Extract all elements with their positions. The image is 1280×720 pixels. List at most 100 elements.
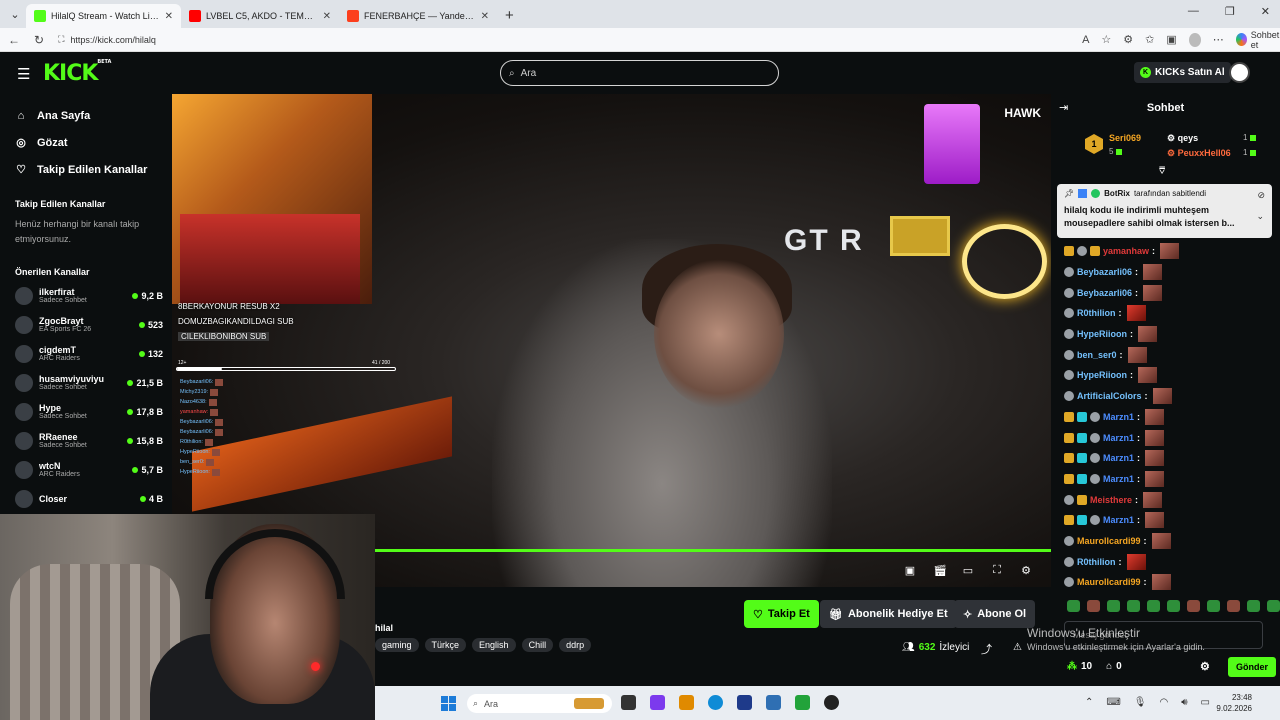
new-tab-button[interactable]: + — [505, 7, 514, 24]
obs-icon[interactable] — [824, 695, 839, 710]
chat-username[interactable]: Meisthere — [1090, 495, 1132, 505]
theater-mode-icon[interactable]: ▭ — [962, 564, 974, 577]
chevron-down-icon[interactable]: ⌄ — [1256, 211, 1264, 222]
subscribe-button[interactable]: ✧ Abone Ol — [954, 600, 1036, 628]
chat-username[interactable]: HypeRiioon — [1077, 370, 1127, 380]
chat-username[interactable]: R0thilion — [1077, 557, 1116, 567]
outlook-icon[interactable] — [766, 695, 781, 710]
edge-icon[interactable] — [708, 695, 723, 710]
recommended-channel[interactable]: ilkerfirat Sadece Sohbet 9,2 B — [15, 281, 163, 310]
fullscreen-icon[interactable]: ⛶ — [991, 564, 1003, 577]
chat-settings-icon[interactable]: ⚙ — [1200, 660, 1210, 673]
chat-username[interactable]: Marzn1 — [1103, 515, 1134, 525]
browser-tab[interactable]: FENERBAHÇE — Yandex: 1 milyon ✕ — [339, 4, 497, 28]
emote-icon[interactable] — [1267, 600, 1280, 612]
chat-username[interactable]: Marzn1 — [1103, 453, 1134, 463]
emote-icon[interactable] — [1067, 600, 1080, 612]
clip-icon[interactable]: 🎬︎ — [933, 564, 947, 577]
file-explorer-icon[interactable] — [621, 695, 636, 710]
emote-icon[interactable] — [1107, 600, 1120, 612]
pinned-by-user[interactable]: BotRix — [1104, 189, 1130, 198]
minimize-icon[interactable]: — — [1188, 5, 1199, 18]
gift-sub-button[interactable]: 🎁︎ Abonelik Hediye Et — [820, 600, 957, 628]
emote-icon[interactable] — [1227, 600, 1240, 612]
copilot-button[interactable]: Sohbet et — [1235, 30, 1280, 50]
leaderboard-expand-icon[interactable]: ⩢ — [1159, 166, 1165, 177]
url-field[interactable]: ⛶ https://kick.com/hilalq — [58, 30, 1068, 50]
mic-icon[interactable]: 🎙︎ — [1134, 697, 1147, 708]
browser-tab[interactable]: HilalQ Stream - Watch Live on Kick ✕ — [26, 4, 181, 28]
chat-username[interactable]: R0thilion — [1077, 308, 1116, 318]
wifi-icon[interactable]: ◠ — [1160, 697, 1169, 708]
stream-tag[interactable]: Chill — [521, 638, 554, 652]
gifts-counter[interactable]: ⌂ 0 — [1106, 661, 1122, 672]
recommended-channel[interactable]: Closer 4 B — [15, 484, 163, 513]
battery-icon[interactable]: ▭ — [1201, 697, 1210, 708]
tab-close-icon[interactable]: ✕ — [481, 11, 489, 22]
user-avatar[interactable] — [1229, 62, 1250, 83]
chevron-up-icon[interactable]: ⌃ — [1085, 697, 1093, 708]
report-icon[interactable]: ⚠ — [1013, 642, 1022, 653]
leader-name[interactable]: Seri069 — [1109, 133, 1141, 143]
leader-name[interactable]: ⚙ PeuxxHell06 — [1167, 148, 1231, 159]
network-icon[interactable]: ⌨ — [1106, 697, 1120, 708]
recommended-channel[interactable]: Hype Sadece Sohbet 17,8 B — [15, 397, 163, 426]
microsoft-store-icon[interactable] — [737, 695, 752, 710]
kick-logo[interactable]: KICK BETA — [43, 59, 111, 86]
emote-icon[interactable] — [1127, 600, 1140, 612]
share-icon[interactable]: ⤴ — [981, 641, 992, 657]
recommended-channel[interactable]: ZgocBrayt EA Sports FC 26 523 — [15, 310, 163, 339]
collections-icon[interactable]: ▣ — [1166, 33, 1176, 46]
more-icon[interactable]: ⋯ — [1213, 33, 1224, 46]
chat-username[interactable]: HypeRiioon — [1077, 329, 1127, 339]
close-icon[interactable]: ✕ — [1261, 5, 1270, 18]
stream-tag[interactable]: English — [472, 638, 516, 652]
emote-icon[interactable] — [1247, 600, 1260, 612]
emote-icon[interactable] — [1167, 600, 1180, 612]
read-aloud-icon[interactable]: A — [1082, 34, 1089, 46]
favorite-icon[interactable]: ☆ — [1101, 33, 1111, 46]
settings-icon[interactable]: ⚙ — [1020, 564, 1032, 577]
stream-tag[interactable]: ddrp — [559, 638, 592, 652]
kick-app-icon[interactable] — [795, 695, 810, 710]
recommended-channel[interactable]: cigdemT ARC Raiders 132 — [15, 339, 163, 368]
menu-icon[interactable]: ☰ — [17, 65, 31, 83]
stream-tag[interactable]: Türkçe — [424, 638, 467, 652]
unpin-icon[interactable]: ⊘ — [1257, 190, 1265, 201]
sidebar-nav-item[interactable]: ♡ Takip Edilen Kanallar — [15, 156, 172, 183]
chat-username[interactable]: Maurollcardi99 — [1077, 536, 1141, 546]
sidebar-nav-item[interactable]: ⌂ Ana Sayfa — [15, 102, 172, 129]
profile-icon[interactable] — [1188, 32, 1201, 47]
emote-icon[interactable] — [1147, 600, 1160, 612]
tab-close-icon[interactable]: ✕ — [165, 11, 173, 22]
points-counter[interactable]: ⁂ 10 — [1067, 661, 1092, 672]
chat-username[interactable]: Beybazarli06 — [1077, 267, 1132, 277]
store-app-icon[interactable] — [650, 695, 665, 710]
emote-icon[interactable] — [1207, 600, 1220, 612]
taskbar-search[interactable]: ⌕ Ara — [467, 694, 612, 713]
emote-icon[interactable] — [1087, 600, 1100, 612]
stream-tag[interactable]: gaming — [375, 638, 419, 652]
extensions-icon[interactable]: ⚙ — [1123, 33, 1133, 46]
emote-icon[interactable] — [1187, 600, 1200, 612]
tab-close-icon[interactable]: ✕ — [323, 11, 331, 22]
site-info-icon[interactable]: ⛶ — [58, 34, 64, 45]
chat-username[interactable]: Marzn1 — [1103, 474, 1134, 484]
volume-icon[interactable]: 🔊︎ — [1181, 697, 1187, 708]
send-button[interactable]: Gönder — [1227, 657, 1276, 677]
refresh-icon[interactable]: ↻ — [34, 33, 44, 47]
recommended-channel[interactable]: RRaenee Sadece Sohbet 15,8 B — [15, 426, 163, 455]
streamer-name[interactable]: hilal — [375, 623, 393, 633]
recommended-channel[interactable]: husamviyuviyu Sadece Sohbet 21,5 B — [15, 368, 163, 397]
taskbar-clock[interactable]: 23:48 9.02.2026 — [1216, 692, 1252, 714]
windows-start-icon[interactable] — [441, 696, 456, 711]
chat-username[interactable]: Beybazarli06 — [1077, 288, 1132, 298]
chat-username[interactable]: Marzn1 — [1103, 412, 1134, 422]
buy-kicks-button[interactable]: K KICKs Satın Al — [1134, 62, 1231, 83]
video-progress-bar[interactable] — [375, 549, 1051, 552]
restore-icon[interactable]: ❐ — [1225, 5, 1235, 18]
back-icon[interactable]: ← — [8, 33, 20, 47]
tab-actions-icon[interactable]: ⌄ — [4, 3, 26, 25]
chat-username[interactable]: Marzn1 — [1103, 433, 1134, 443]
follow-button[interactable]: ♡ Takip Et — [744, 600, 819, 628]
